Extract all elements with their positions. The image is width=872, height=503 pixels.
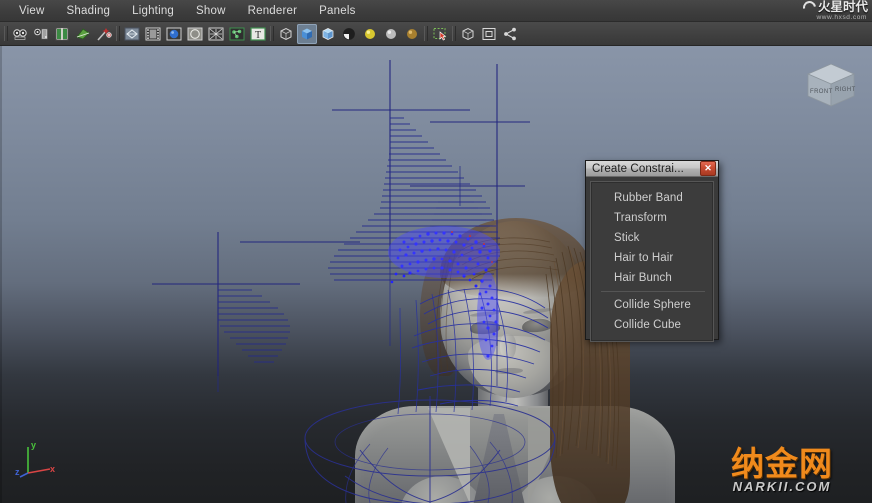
- marquee-select-icon[interactable]: [430, 24, 450, 44]
- toolbar-separator: [423, 25, 429, 42]
- light-grey-icon[interactable]: [381, 24, 401, 44]
- book-open-icon[interactable]: [52, 24, 72, 44]
- wireframe-on-shaded-icon[interactable]: [206, 24, 226, 44]
- menu-item-collide-cube[interactable]: Collide Cube: [591, 315, 713, 335]
- xray-joints-cube-icon[interactable]: [318, 24, 338, 44]
- toolbar-separator: [3, 25, 9, 42]
- wireframe-shading-icon[interactable]: [122, 24, 142, 44]
- texture-display-icon[interactable]: [227, 24, 247, 44]
- menu-item-stick[interactable]: Stick: [591, 228, 713, 248]
- svg-text:z: z: [15, 467, 20, 477]
- brand-name: 火星时代: [817, 0, 868, 14]
- brand-logo-text: 火星时代: [800, 0, 868, 17]
- smooth-shade-all-icon[interactable]: [164, 24, 184, 44]
- menu-item-collide-sphere[interactable]: Collide Sphere: [591, 295, 713, 315]
- menu-item-panels[interactable]: Panels: [308, 3, 366, 19]
- menu-bar: View Shading Lighting Show Renderer Pane…: [0, 0, 872, 22]
- menu-divider: [601, 291, 705, 292]
- checker-sphere-icon[interactable]: [339, 24, 359, 44]
- site-watermark: 纳金网 NARKII.COM: [698, 441, 866, 499]
- close-icon[interactable]: ✕: [700, 161, 716, 176]
- menu-item-renderer[interactable]: Renderer: [237, 3, 309, 19]
- svg-text:x: x: [50, 464, 55, 474]
- menu-item-shading[interactable]: Shading: [56, 3, 122, 19]
- menu-item-rubber-band[interactable]: Rubber Band: [591, 188, 713, 208]
- camera-attributes-icon[interactable]: [31, 24, 51, 44]
- dialog-title: Create Constrai...: [592, 162, 684, 175]
- collar-left: [428, 408, 470, 503]
- 3d-viewport[interactable]: FRONT RIGHT y x z 纳金网 NARKII.COM: [0, 46, 872, 503]
- menu-item-view[interactable]: View: [8, 3, 56, 19]
- view-cube-front-label: FRONT: [810, 89, 833, 95]
- watermark-cn-text: 纳金网: [731, 443, 833, 483]
- brand-logo: 火星时代 www.hxsd.com: [760, 0, 868, 21]
- panel-layout-icon[interactable]: [479, 24, 499, 44]
- maya-viewport-window: View Shading Lighting Show Renderer Pane…: [0, 0, 872, 503]
- toolbar-separator: [269, 25, 275, 42]
- menu-item-show[interactable]: Show: [185, 3, 237, 19]
- isolate-select-cube-icon[interactable]: [458, 24, 478, 44]
- svg-text:T: T: [255, 30, 261, 41]
- svg-text:y: y: [31, 440, 36, 450]
- toolbar-separator: [451, 25, 457, 42]
- film-gate-icon[interactable]: [143, 24, 163, 44]
- book-green-icon[interactable]: [73, 24, 93, 44]
- watermark-en-text: NARKII.COM: [732, 478, 832, 494]
- dialog-menu-list: Rubber Band Transform Stick Hair to Hair…: [590, 181, 714, 342]
- menu-item-transform[interactable]: Transform: [591, 208, 713, 228]
- view-cube-side-label: RIGHT: [835, 87, 856, 93]
- xray-cube-icon[interactable]: [276, 24, 296, 44]
- nose-geometry: [500, 334, 516, 360]
- toolbar-separator: [115, 25, 121, 42]
- viewport-toolbar: T: [0, 22, 872, 46]
- select-camera-icon[interactable]: [10, 24, 30, 44]
- shaded-cube-icon[interactable]: [297, 23, 317, 44]
- menu-item-hair-bunch[interactable]: Hair Bunch: [591, 268, 713, 288]
- light-yellow-icon[interactable]: [360, 24, 380, 44]
- menu-item-lighting[interactable]: Lighting: [121, 3, 185, 19]
- axis-gizmo: y x z: [14, 439, 60, 485]
- light-brown-icon[interactable]: [402, 24, 422, 44]
- view-cube[interactable]: FRONT RIGHT: [802, 60, 860, 110]
- text-display-icon[interactable]: T: [248, 24, 268, 44]
- magic-wand-icon[interactable]: [94, 24, 114, 44]
- smooth-shade-selected-icon[interactable]: [185, 24, 205, 44]
- viewport-left-edge: [0, 46, 2, 503]
- share-nodes-icon[interactable]: [500, 24, 520, 44]
- brand-url: www.hxsd.com: [816, 13, 867, 21]
- create-constraint-dialog[interactable]: Create Constrai... ✕ Rubber Band Transfo…: [585, 160, 719, 342]
- menu-item-hair-to-hair[interactable]: Hair to Hair: [591, 248, 713, 268]
- dialog-title-bar[interactable]: Create Constrai... ✕: [586, 161, 718, 177]
